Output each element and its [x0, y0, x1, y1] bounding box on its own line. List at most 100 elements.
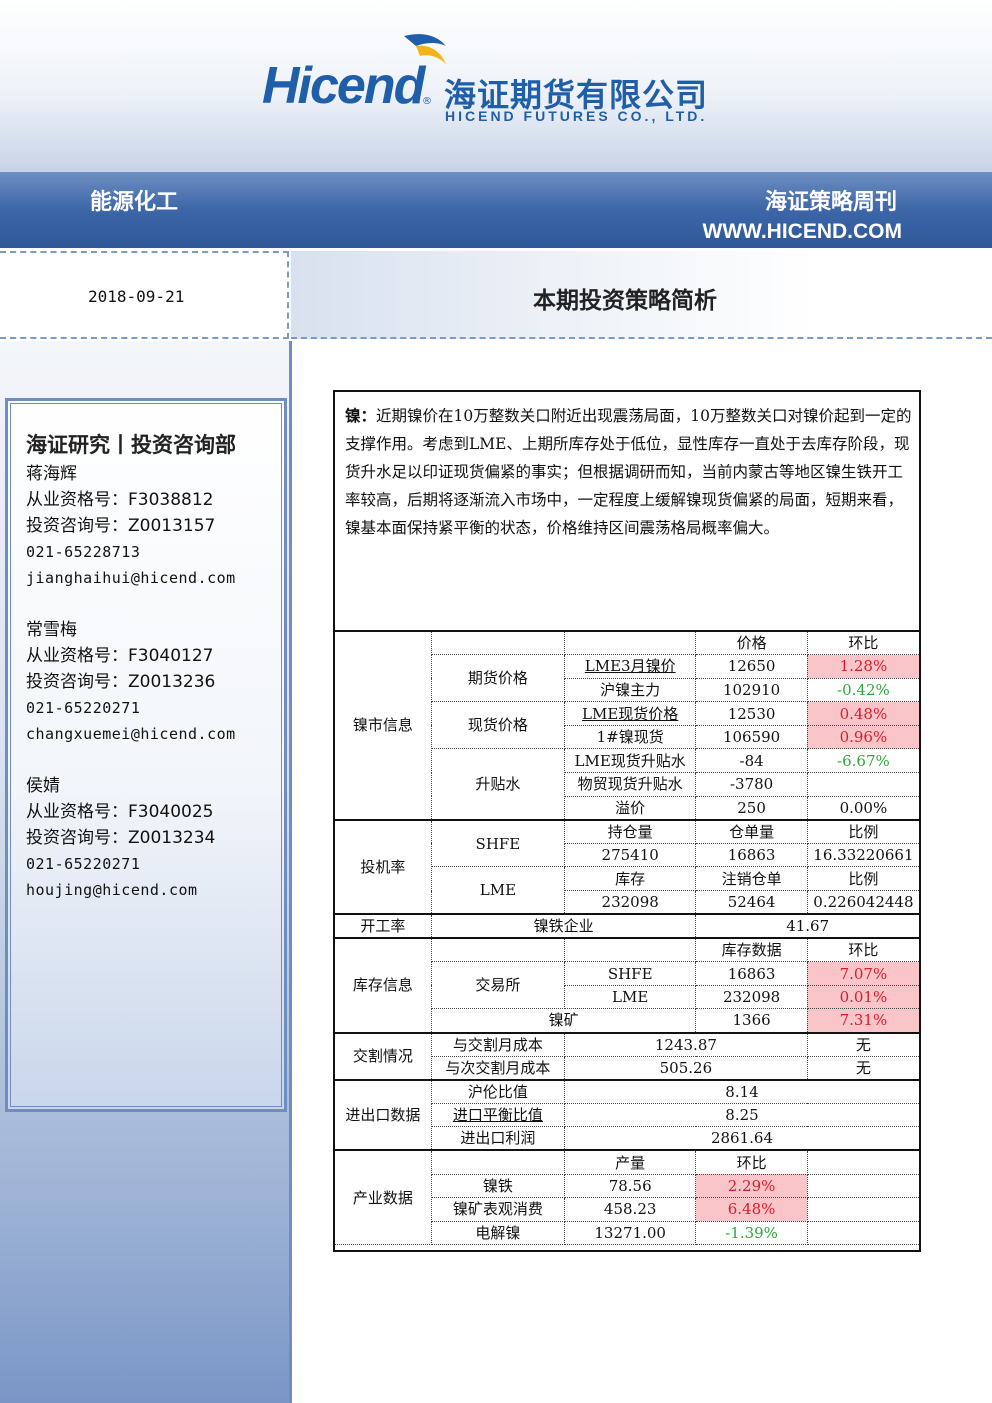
header-inventory: 库存数据 — [695, 937, 808, 963]
sidebar: 海证研究丨投资咨询部 蒋海辉 从业资格号：F3038812 投资咨询号：Z001… — [0, 341, 292, 1403]
cell-value: 78.56 — [563, 1173, 697, 1199]
exchange-label: 交易所 — [430, 961, 565, 1010]
exchange-label: SHFE — [430, 818, 565, 868]
cell-value: 41.67 — [695, 913, 919, 939]
row-label: LME现货价格 — [563, 701, 697, 726]
cell-change: 7.07% — [806, 961, 919, 986]
header-change: 环比 — [695, 1149, 808, 1175]
department-title: 海证研究丨投资咨询部 — [26, 433, 236, 457]
page-title: 本期投资策略简析 — [533, 288, 717, 314]
advisory-number: 投资咨询号：Z0013157 — [26, 516, 216, 536]
cell-value: 2861.64 — [563, 1126, 919, 1151]
row-label: 镍铁企业 — [430, 913, 697, 939]
row-label: 电解镍 — [430, 1220, 565, 1246]
section-import-export: 进出口数据 — [335, 1078, 432, 1151]
date-box: 2018-09-21 — [0, 251, 289, 339]
email-link[interactable]: houjing@hicend.com — [26, 877, 215, 903]
phone-number: 021-65220271 — [26, 855, 141, 873]
row-label: LME — [563, 984, 697, 1010]
row-label: 与次交割月成本 — [430, 1055, 565, 1081]
table-row: 交割情况 与交割月成本 1243.87 无 — [335, 1031, 919, 1081]
header-output: 产量 — [563, 1149, 697, 1175]
cell-change: -0.42% — [806, 677, 919, 703]
cell-value: 458.23 — [563, 1197, 697, 1222]
report-date: 2018-09-21 — [88, 287, 185, 306]
website-link[interactable]: WWW.HICEND.COM — [703, 220, 902, 244]
logo-registered-mark: ® — [422, 96, 432, 107]
cell-change: -6.67% — [806, 748, 919, 774]
data-table: 镍市信息 价格 环比 期货价格 LME3月镍价 12650 1.28% 沪镍主力… — [335, 630, 919, 1246]
row-label: 沪镍主力 — [563, 677, 697, 703]
row-label: LME3月镍价 — [563, 654, 697, 679]
analyst-contact: 侯婧 从业资格号：F3040025 投资咨询号：Z0013234 021-652… — [26, 773, 215, 903]
cell-change: 6.48% — [695, 1197, 808, 1222]
cell-change: -1.39% — [695, 1220, 808, 1246]
cell-value: 8.25 — [563, 1102, 919, 1128]
cell-change: 2.29% — [695, 1173, 808, 1199]
contact-card: 海证研究丨投资咨询部 蒋海辉 从业资格号：F3038812 投资咨询号：Z001… — [5, 398, 287, 1112]
email-link[interactable]: jianghaihui@hicend.com — [26, 565, 236, 591]
table-row: 镍市信息 价格 环比 — [335, 630, 919, 821]
section-industry: 产业数据 — [335, 1149, 432, 1246]
cell-change: 0.96% — [806, 724, 919, 750]
cell-value: 102910 — [695, 677, 808, 703]
spot-price-label: 现货价格 — [430, 701, 565, 750]
qualification-number: 从业资格号：F3040025 — [26, 802, 214, 822]
cell-change: 0.00% — [806, 795, 919, 821]
column-header: 持仓量 — [563, 818, 697, 844]
cell-change: 7.31% — [806, 1008, 919, 1033]
analyst-name: 侯婧 — [26, 776, 60, 796]
cell-value: 12650 — [695, 654, 808, 679]
header-change: 环比 — [806, 630, 919, 656]
page-header: Hicend ® 海证期货有限公司 HICEND FUTURES CO., LT… — [0, 0, 992, 172]
cell-value: 0.226042448 — [806, 890, 919, 915]
cell-value: 106590 — [695, 724, 808, 750]
cell-value: 275410 — [563, 842, 697, 868]
table-row: 投机率 SHFE 持仓量 仓单量 比例 — [335, 818, 919, 915]
commodity-label: 镍： — [345, 406, 377, 425]
row-label: 1#镍现货 — [563, 724, 697, 750]
qualification-number: 从业资格号：F3040127 — [26, 646, 214, 666]
column-header: 比例 — [806, 818, 919, 844]
company-logo: Hicend ® 海证期货有限公司 HICEND FUTURES CO., LT… — [262, 30, 732, 130]
row-label: SHFE — [563, 961, 697, 986]
cell-value: 13271.00 — [563, 1220, 697, 1246]
futures-price-label: 期货价格 — [430, 654, 565, 703]
cell-value: 52464 — [695, 890, 808, 915]
cell-value: 232098 — [695, 984, 808, 1010]
row-label: 进口平衡比值 — [430, 1102, 565, 1128]
table-row: 产业数据 产量 环比 — [335, 1149, 919, 1246]
row-label: 溢价 — [563, 795, 697, 821]
header-price: 价格 — [695, 630, 808, 656]
cell-value: 16863 — [695, 961, 808, 986]
logo-english-name: HICEND FUTURES CO., LTD. — [445, 108, 708, 124]
table-row: 库存信息 库存数据 环比 — [335, 937, 919, 1034]
logo-wordmark: Hicend — [262, 57, 425, 115]
publication-name: 海证策略周刊 — [764, 190, 897, 215]
cell-value: 8.14 — [563, 1078, 919, 1104]
analyst-contact: 蒋海辉 从业资格号：F3038812 投资咨询号：Z0013157 021-65… — [26, 461, 236, 591]
header-change: 环比 — [806, 937, 919, 963]
cell-value: -84 — [695, 748, 808, 774]
advisory-number: 投资咨询号：Z0013234 — [26, 828, 216, 848]
cell-change: 1.28% — [806, 654, 919, 679]
phone-number: 021-65220271 — [26, 699, 141, 717]
analyst-contact: 常雪梅 从业资格号：F3040127 投资咨询号：Z0013236 021-65… — [26, 617, 236, 747]
table-row: 进出口数据 沪伦比值 8.14 — [335, 1078, 919, 1151]
section-speculation: 投机率 — [335, 818, 432, 915]
cell-value: 16.33220661 — [806, 842, 919, 868]
analyst-name: 蒋海辉 — [26, 464, 77, 484]
row-label: 镍矿表观消费 — [430, 1197, 565, 1222]
exchange-label: LME — [430, 866, 565, 915]
analyst-name: 常雪梅 — [26, 620, 77, 640]
analysis-text: 近期镍价在10万整数关口附近出现震荡局面，10万整数关口对镍价起到一定的支撑作用… — [345, 407, 912, 537]
row-label: 沪伦比值 — [430, 1078, 565, 1104]
cell-value: 1366 — [695, 1008, 808, 1033]
cell-value: 505.26 — [563, 1055, 808, 1081]
cell-value: 250 — [695, 795, 808, 821]
cell-value: -3780 — [695, 772, 808, 797]
email-link[interactable]: changxuemei@hicend.com — [26, 721, 236, 747]
cell-value: 12530 — [695, 701, 808, 726]
cell-status: 无 — [806, 1055, 919, 1081]
column-header: 库存 — [563, 866, 697, 892]
